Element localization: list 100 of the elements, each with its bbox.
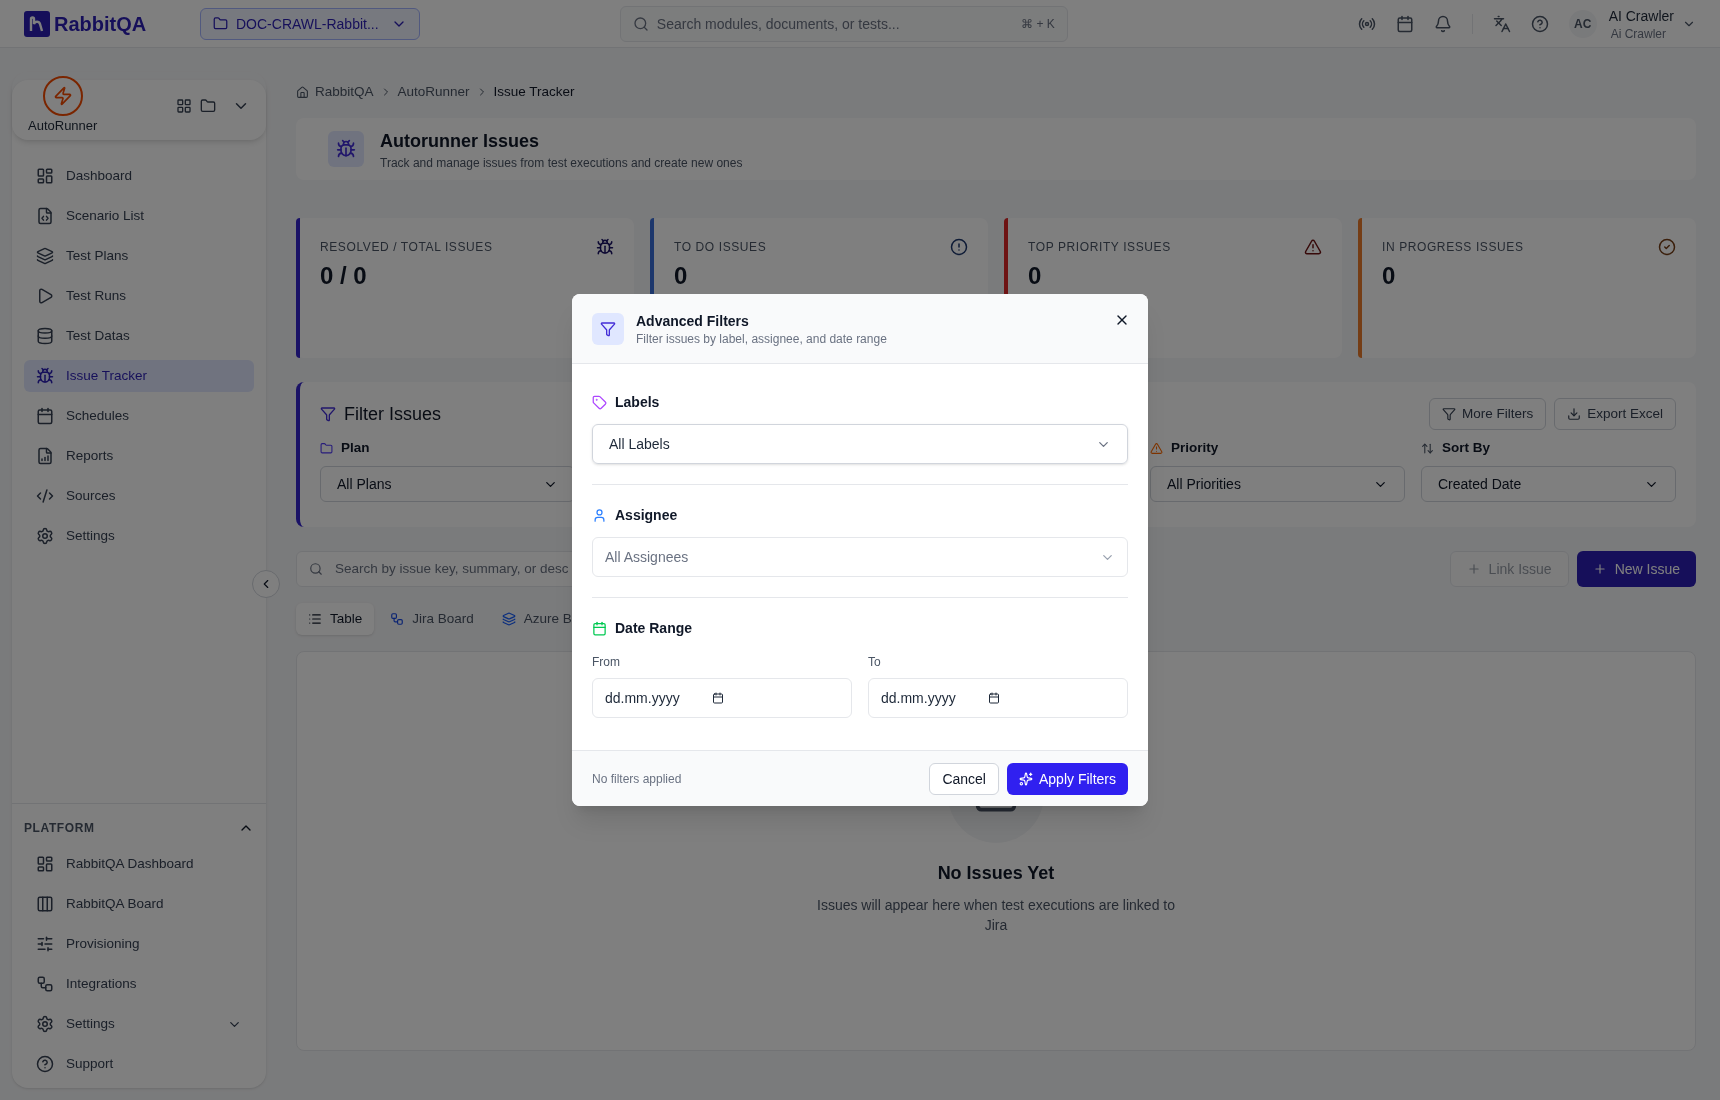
sort-icon [1421, 441, 1434, 455]
file-code-icon [36, 207, 54, 225]
assignee-select[interactable]: All Assignees [592, 537, 1128, 577]
jira-icon [390, 612, 405, 626]
empty-text: Issues will appear here when test executions are linked to Jira [816, 896, 1176, 935]
sidebar-item[interactable]: Scenario List [24, 200, 254, 232]
user-role: Ai Crawler [1609, 25, 1667, 42]
tag-icon [592, 394, 607, 410]
breadcrumb-item: Issue Tracker [493, 82, 575, 101]
project-selector[interactable]: DOC-CRAWL-Rabbit... [200, 7, 420, 40]
sidebar-item[interactable]: Support [24, 1048, 254, 1080]
breadcrumb-item[interactable]: RabbitQA [315, 81, 374, 103]
search-icon [632, 15, 649, 32]
module-name: AutoRunner [28, 117, 98, 136]
labels-select[interactable]: All Labels [592, 424, 1128, 464]
sidebar-item[interactable]: Test Datas [24, 320, 254, 352]
folder-icon [320, 441, 333, 455]
calendar-icon[interactable] [711, 692, 724, 704]
settings-icon [36, 1015, 54, 1033]
folder-icon[interactable] [200, 98, 216, 114]
sidebar-item[interactable]: Provisioning [24, 928, 254, 960]
sidebar-item[interactable]: RabbitQA Board [24, 888, 254, 920]
filter-icon [1441, 407, 1456, 421]
search-field[interactable]: Search modules, documents, or tests... ⌘ + K [619, 5, 1068, 42]
settings-icon [36, 527, 54, 545]
section-label: Assignee [615, 506, 678, 525]
list-icon [308, 612, 322, 626]
empty-title: No Issues Yet [937, 862, 1055, 885]
stat-value: 0 / 0 [320, 261, 368, 291]
logo-icon [24, 10, 50, 37]
user-name: AI Crawler [1608, 6, 1674, 26]
filter-select[interactable]: Created Date [1421, 466, 1676, 503]
sidebar-item[interactable]: Test Plans [24, 240, 254, 272]
sidebar-item[interactable]: Reports [24, 440, 254, 472]
alert-circle-icon [950, 238, 968, 256]
stat-label: IN PROGRESS ISSUES [1382, 239, 1524, 255]
help-icon [36, 1055, 54, 1073]
sidebar-item[interactable]: Test Runs [24, 280, 254, 312]
field-label: Sort By [1442, 439, 1490, 457]
workflow-icon [36, 975, 54, 993]
sidebar-item[interactable]: RabbitQA Dashboard [24, 848, 254, 880]
logo-text: RabbitQA [54, 11, 147, 37]
filter-select[interactable]: All Priorities [1150, 466, 1405, 503]
play-icon [36, 287, 54, 305]
bug-icon [336, 139, 356, 159]
cancel-button[interactable]: Cancel [929, 762, 999, 795]
download-icon [1567, 407, 1582, 421]
view-tab[interactable]: Jira Board [378, 603, 486, 635]
more-filters-button[interactable]: More Filters [1428, 398, 1547, 430]
stat-label: TO DO ISSUES [674, 239, 767, 255]
warning-icon [1150, 441, 1163, 455]
section-label: Date Range [615, 619, 693, 638]
stat-label: TOP PRIORITY ISSUES [1028, 239, 1171, 255]
stat-value: 0 [1382, 261, 1397, 291]
grid-icon[interactable] [176, 98, 192, 114]
help-icon[interactable] [1530, 14, 1549, 33]
section-title: PLATFORM [24, 820, 95, 836]
view-tab[interactable]: Table [296, 603, 375, 635]
user-icon [592, 507, 607, 523]
calendar-icon[interactable] [987, 692, 1000, 704]
view-tab[interactable]: Azure B [489, 603, 584, 635]
shortcut-hint: ⌘ + K [1021, 15, 1055, 32]
stat-label: RESOLVED / TOTAL ISSUES [320, 239, 493, 255]
dashboard-icon [36, 855, 54, 873]
search-icon [309, 562, 323, 576]
apply-filters-button[interactable]: Apply Filters [1006, 762, 1128, 795]
to-date-field[interactable]: dd.mm.yyyy [868, 678, 1128, 718]
date-label: To [868, 654, 882, 670]
columns-icon [36, 895, 54, 913]
layers-icon [36, 247, 54, 265]
breadcrumb-item[interactable]: AutoRunner [397, 81, 470, 103]
field-label: Plan [341, 439, 370, 457]
sidebar-item[interactable]: Dashboard [24, 160, 254, 192]
sidebar-item[interactable]: Settings [24, 1008, 254, 1040]
export-button[interactable]: Export Excel [1554, 398, 1676, 430]
page-subtitle: Track and manage issues from test executions and create new ones [380, 155, 743, 171]
avatar[interactable]: AC [1568, 9, 1597, 38]
database-icon [36, 327, 54, 345]
sidebar-item[interactable]: Schedules [24, 400, 254, 432]
new-issue-button[interactable]: New Issue [1576, 551, 1696, 587]
sidebar-item[interactable]: Settings [24, 520, 254, 552]
field-label: Priority [1171, 439, 1219, 457]
sidebar-item[interactable]: Integrations [24, 968, 254, 1000]
bell-icon[interactable] [1433, 14, 1452, 33]
translate-icon[interactable] [1492, 14, 1511, 33]
filter-icon [600, 320, 616, 337]
warning-icon [1304, 238, 1322, 256]
sparkle-icon [1018, 771, 1033, 786]
dialog-title: Advanced Filters [636, 311, 750, 331]
bug-icon [36, 367, 54, 385]
module-switcher[interactable]: AutoRunner [12, 72, 266, 140]
calendar-icon [592, 620, 607, 636]
plus-icon [1592, 562, 1607, 576]
sidebar-item[interactable]: Sources [24, 480, 254, 512]
dialog-subtitle: Filter issues by label, assignee, and date range [636, 330, 887, 347]
filter-title: Filter Issues [344, 403, 442, 426]
from-date-field[interactable]: dd.mm.yyyy [592, 678, 852, 718]
calendar-icon [36, 407, 54, 425]
sidebar-item[interactable]: Issue Tracker [24, 360, 254, 392]
filter-icon [320, 406, 336, 422]
